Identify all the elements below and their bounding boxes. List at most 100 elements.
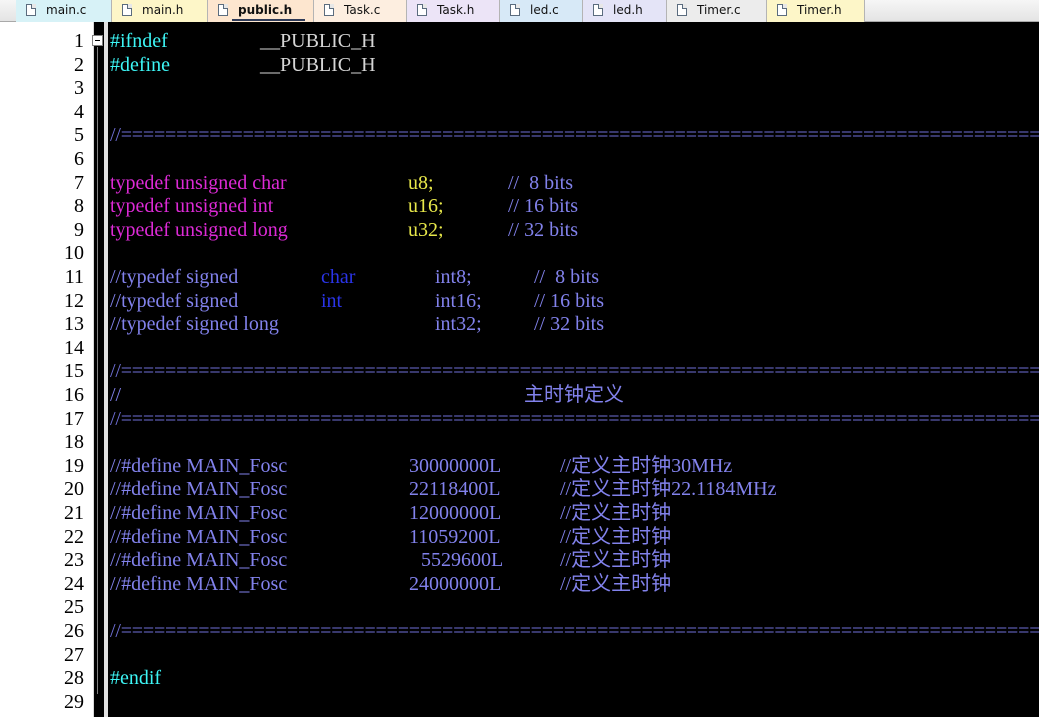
- preprocessor-directive: #define: [110, 53, 170, 76]
- line-number: 22: [64, 525, 84, 548]
- define-value: 5529600L: [421, 549, 504, 572]
- separator-comment: //======================================…: [110, 407, 1039, 430]
- file-icon: [777, 4, 787, 16]
- line-comment: //定义主时钟22.1184MHz: [560, 478, 777, 501]
- tab-timer-h[interactable]: Timer.h: [767, 0, 865, 22]
- line-number: 25: [64, 596, 84, 619]
- line-comment: //定义主时钟: [560, 525, 672, 548]
- type-name: int8;: [435, 266, 472, 288]
- code-editor[interactable]: #ifndef __PUBLIC_H #define __PUBLIC_H //…: [110, 22, 1039, 717]
- keyword-highlight: int: [321, 289, 343, 312]
- line-number: 26: [64, 620, 84, 642]
- line-number: 11: [64, 266, 84, 288]
- type-keywords: typedef unsigned int: [110, 195, 274, 218]
- define-value: 30000000L: [409, 454, 502, 477]
- line-number: 1: [74, 30, 84, 52]
- separator-comment: //======================================…: [110, 124, 1039, 147]
- commented-typedef: //typedef signed long: [110, 313, 279, 336]
- tab-timer-c[interactable]: Timer.c: [667, 0, 767, 22]
- type-name: u16;: [408, 195, 444, 218]
- line-number: 8: [74, 195, 84, 218]
- line-number: 27: [64, 643, 84, 666]
- line-number: 7: [74, 171, 84, 194]
- commented-define: //#define MAIN_Fosc: [110, 454, 288, 477]
- line-number: 21: [64, 502, 84, 524]
- line-number: 18: [64, 431, 84, 454]
- line-comment: // 32 bits: [508, 218, 579, 241]
- code-line-8: typedef unsigned int u16; // 16 bits: [110, 195, 578, 219]
- tab-label: main.h: [142, 3, 184, 17]
- type-keywords: typedef unsigned char: [110, 171, 287, 194]
- type-name: u8;: [408, 171, 434, 194]
- code-line-20: //#define MAIN_Fosc 22118400L //定义主时钟22.…: [110, 478, 776, 502]
- code-line-23: //#define MAIN_Fosc 5529600L //定义主时钟: [110, 549, 671, 573]
- line-number: 17: [64, 407, 84, 430]
- tab-main-h[interactable]: main.h: [112, 0, 208, 22]
- file-tab-bar: main.c main.h public.h Task.c Task.h led…: [0, 0, 1039, 22]
- preprocessor-directive: #endif: [110, 667, 162, 690]
- line-number: 13: [64, 313, 84, 336]
- fold-range-line: [97, 47, 98, 694]
- file-icon: [26, 4, 36, 16]
- line-number: 19: [64, 454, 84, 477]
- define-value: 12000000L: [409, 502, 502, 524]
- code-line-5: //======================================…: [110, 124, 1039, 148]
- tab-main-c[interactable]: main.c: [16, 0, 112, 22]
- change-margin: [104, 22, 108, 717]
- code-line-19: //#define MAIN_Fosc 30000000L //定义主时钟30M…: [110, 455, 732, 479]
- commented-define: //#define MAIN_Fosc: [110, 502, 288, 524]
- tab-led-h[interactable]: led.h: [583, 0, 667, 22]
- line-number: 28: [64, 667, 84, 690]
- code-line-1: #ifndef __PUBLIC_H: [110, 30, 376, 54]
- tab-label: main.c: [46, 3, 87, 17]
- commented-define: //#define MAIN_Fosc: [110, 549, 288, 572]
- line-number: 24: [64, 572, 84, 595]
- line-number: 23: [64, 549, 84, 572]
- commented-define: //#define MAIN_Fosc: [110, 478, 288, 501]
- line-comment: // 8 bits: [534, 266, 600, 288]
- define-value: 11059200L: [409, 525, 501, 548]
- macro-name: __PUBLIC_H: [260, 30, 376, 52]
- code-line-17: //======================================…: [110, 408, 1039, 432]
- line-comment: //定义主时钟: [560, 502, 672, 524]
- tab-label: led.c: [530, 3, 559, 17]
- code-line-28: #endif: [110, 667, 161, 691]
- tab-task-h[interactable]: Task.h: [407, 0, 500, 22]
- line-comment: //定义主时钟: [560, 549, 672, 572]
- line-number-gutter: 1 2 3 4 5 6 7 8 9 10 11 12 13 14 15 16 17 18 19 20 21 22 23 24 2…: [0, 22, 94, 717]
- line-comment: // 16 bits: [508, 195, 579, 218]
- tab-label: Task.h: [437, 3, 475, 17]
- code-line-7: typedef unsigned char u8; // 8 bits: [110, 172, 573, 196]
- tab-led-c[interactable]: led.c: [500, 0, 583, 22]
- commented-typedef: //typedef signed: [110, 289, 244, 312]
- code-line-12: //typedef signed int int16; // 16 bits: [110, 290, 604, 314]
- line-number: 9: [74, 218, 84, 241]
- file-icon: [122, 4, 132, 16]
- type-name: u32;: [408, 218, 444, 241]
- code-line-26: //======================================…: [110, 620, 1039, 644]
- line-number: 10: [64, 242, 84, 265]
- line-number: 15: [64, 360, 84, 383]
- separator-comment: //======================================…: [110, 360, 1039, 383]
- type-name: int32;: [435, 313, 482, 336]
- code-line-13: //typedef signed long int32; // 32 bits: [110, 313, 604, 337]
- file-icon: [677, 4, 687, 16]
- line-comment: // 8 bits: [508, 171, 574, 194]
- line-number: 4: [74, 100, 84, 123]
- file-icon: [417, 4, 427, 16]
- commented-define: //#define MAIN_Fosc: [110, 525, 288, 548]
- tab-public-h[interactable]: public.h: [208, 0, 314, 22]
- type-keywords: typedef unsigned long: [110, 218, 288, 241]
- code-line-21: //#define MAIN_Fosc 12000000L //定义主时钟: [110, 502, 671, 526]
- fold-collapse-icon[interactable]: [92, 35, 103, 46]
- line-number: 12: [64, 289, 84, 312]
- tab-label: Timer.h: [797, 3, 842, 17]
- tab-task-c[interactable]: Task.c: [314, 0, 407, 22]
- tab-label: led.h: [613, 3, 643, 17]
- tab-label: Timer.c: [697, 3, 741, 17]
- tab-label: Task.c: [344, 3, 381, 17]
- code-line-22: //#define MAIN_Fosc 11059200L //定义主时钟: [110, 526, 671, 550]
- code-line-2: #define __PUBLIC_H: [110, 54, 376, 78]
- type-name: int16;: [435, 289, 482, 312]
- code-line-15: //======================================…: [110, 360, 1039, 384]
